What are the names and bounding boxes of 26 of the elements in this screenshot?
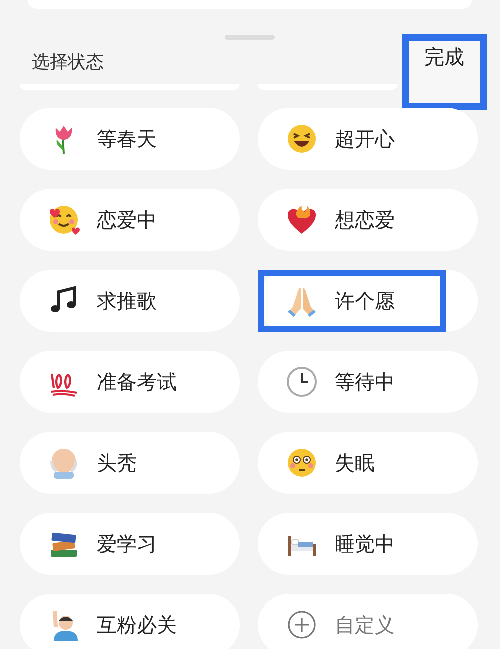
burning-heart-icon xyxy=(286,204,318,236)
laughing-face-icon xyxy=(286,123,318,155)
drag-handle[interactable] xyxy=(225,35,275,40)
status-option[interactable]: 等待中 xyxy=(258,351,478,413)
status-option[interactable]: 求推歌 xyxy=(20,270,240,332)
plus-circle-icon xyxy=(286,609,318,641)
custom-status-button[interactable]: 自定义 xyxy=(258,594,478,649)
status-option[interactable]: 头秃 xyxy=(20,432,240,494)
status-label: 许个愿 xyxy=(335,288,395,314)
status-option[interactable]: 等春天 xyxy=(20,108,240,170)
status-option[interactable]: 准备考试 xyxy=(20,351,240,413)
clock-icon xyxy=(286,366,318,398)
done-button[interactable]: 完成 xyxy=(420,41,468,74)
status-option[interactable]: 睡觉中 xyxy=(258,513,478,575)
status-option[interactable]: 恋爱中 xyxy=(20,189,240,251)
status-option[interactable]: 超开心 xyxy=(258,108,478,170)
hearts-face-icon xyxy=(48,204,80,236)
praying-hands-icon xyxy=(286,285,318,317)
sheet-title: 选择状态 xyxy=(32,51,104,74)
bald-figure-icon xyxy=(48,447,80,479)
status-option[interactable]: 想恋爱 xyxy=(258,189,478,251)
status-option[interactable]: 爱学习 xyxy=(20,513,240,575)
status-option[interactable]: 互粉必关 xyxy=(20,594,240,649)
flushed-face-icon xyxy=(286,447,318,479)
status-option[interactable]: 许个愿 xyxy=(258,270,478,332)
status-option[interactable]: 失眠 xyxy=(258,432,478,494)
